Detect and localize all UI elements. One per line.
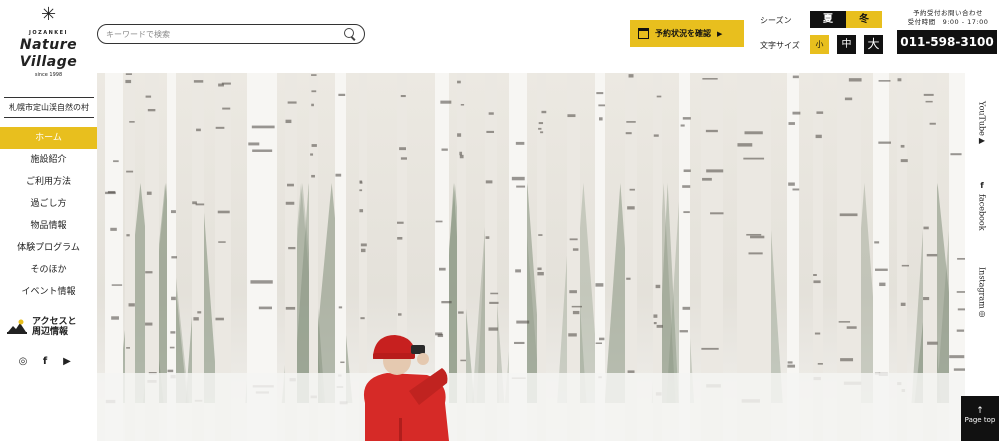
logo-line2: Village bbox=[19, 54, 78, 70]
arrow-up-icon: ↑ bbox=[976, 406, 984, 416]
rail-facebook-link[interactable]: f facebook bbox=[965, 181, 999, 231]
sidebar: ✳ JOZANKEI Nature Village since 1998 札幌市… bbox=[0, 0, 97, 441]
facebook-icon[interactable]: f bbox=[40, 356, 50, 367]
search-input[interactable] bbox=[106, 29, 344, 39]
access-label-line2: 周辺情報 bbox=[32, 327, 69, 337]
season-label: シーズン bbox=[760, 16, 792, 25]
social-links: ◎ f ▶ bbox=[18, 356, 72, 367]
access-map-icon bbox=[6, 318, 28, 336]
site-logo[interactable]: ✳ JOZANKEI Nature Village since 1998 bbox=[0, 4, 97, 79]
logo-since: since 1998 bbox=[34, 72, 63, 78]
reservation-status-button[interactable]: 予約状況を確認 ▶ bbox=[630, 20, 744, 47]
logo-small-text: JOZANKEI bbox=[29, 30, 68, 36]
reservation-status-label: 予約状況を確認 bbox=[655, 28, 711, 38]
access-label-line1: アクセスと bbox=[32, 317, 77, 327]
font-size-small-button[interactable]: 小 bbox=[810, 35, 829, 54]
nav-item-others[interactable]: そのほか bbox=[0, 259, 97, 281]
main-nav: ホーム 施設紹介 ご利用方法 過ごし方 物品情報 体験プログラム そのほか イベ… bbox=[0, 127, 97, 303]
birch-forest-photo bbox=[97, 73, 965, 441]
contact-title: 予約受付お問い合わせ bbox=[913, 9, 983, 17]
instagram-icon[interactable]: ◎ bbox=[18, 356, 28, 367]
nav-item-goods[interactable]: 物品情報 bbox=[0, 215, 97, 237]
rail-instagram-label: Instagram bbox=[977, 267, 987, 309]
youtube-icon: ▶ bbox=[978, 135, 986, 145]
season-summer-button[interactable]: 夏 bbox=[810, 11, 846, 28]
nav-item-usage[interactable]: ご利用方法 bbox=[0, 171, 97, 193]
facebook-icon: f bbox=[980, 181, 984, 190]
rail-youtube-link[interactable]: YouTube ▶ bbox=[965, 97, 999, 145]
font-size-label: 文字サイズ bbox=[760, 41, 800, 50]
nav-item-facilities[interactable]: 施設紹介 bbox=[0, 149, 97, 171]
right-social-rail: YouTube ▶ f facebook Instagram ◎ bbox=[965, 73, 999, 441]
calendar-icon bbox=[638, 28, 649, 39]
logo-line1: Nature bbox=[19, 37, 78, 53]
access-label: アクセスと 周辺情報 bbox=[32, 317, 77, 337]
instagram-icon: ◎ bbox=[978, 308, 986, 318]
rail-instagram-link[interactable]: Instagram ◎ bbox=[965, 263, 999, 318]
search-icon[interactable] bbox=[344, 28, 356, 40]
village-name: 札幌市定山渓自然の村 bbox=[4, 97, 94, 118]
page-top-label: Page top bbox=[964, 416, 996, 424]
font-size-large-button[interactable]: 大 bbox=[864, 35, 883, 54]
access-link[interactable]: アクセスと 周辺情報 bbox=[6, 316, 94, 338]
phone-number[interactable]: 011-598-3100 bbox=[897, 30, 997, 54]
youtube-icon[interactable]: ▶ bbox=[62, 356, 72, 367]
contact-info: 予約受付お問い合わせ 受付時間 9:00 - 17:00 bbox=[900, 9, 996, 27]
page-top-button[interactable]: ↑ Page top bbox=[961, 396, 999, 441]
snowflake-icon: ✳ bbox=[40, 4, 57, 25]
nav-item-home[interactable]: ホーム bbox=[0, 127, 97, 149]
hero-image bbox=[97, 73, 965, 441]
contact-hours: 受付時間 9:00 - 17:00 bbox=[907, 18, 989, 26]
nav-item-ways-to-spend[interactable]: 過ごし方 bbox=[0, 193, 97, 215]
rail-facebook-label: facebook bbox=[977, 194, 987, 231]
season-winter-button[interactable]: 冬 bbox=[846, 11, 882, 28]
font-size-medium-button[interactable]: 中 bbox=[837, 35, 856, 54]
rail-youtube-label: YouTube bbox=[977, 101, 987, 136]
nav-item-events[interactable]: イベント情報 bbox=[0, 281, 97, 303]
search-box bbox=[97, 24, 365, 44]
arrow-right-icon: ▶ bbox=[717, 29, 723, 38]
nav-item-programs[interactable]: 体験プログラム bbox=[0, 237, 97, 259]
